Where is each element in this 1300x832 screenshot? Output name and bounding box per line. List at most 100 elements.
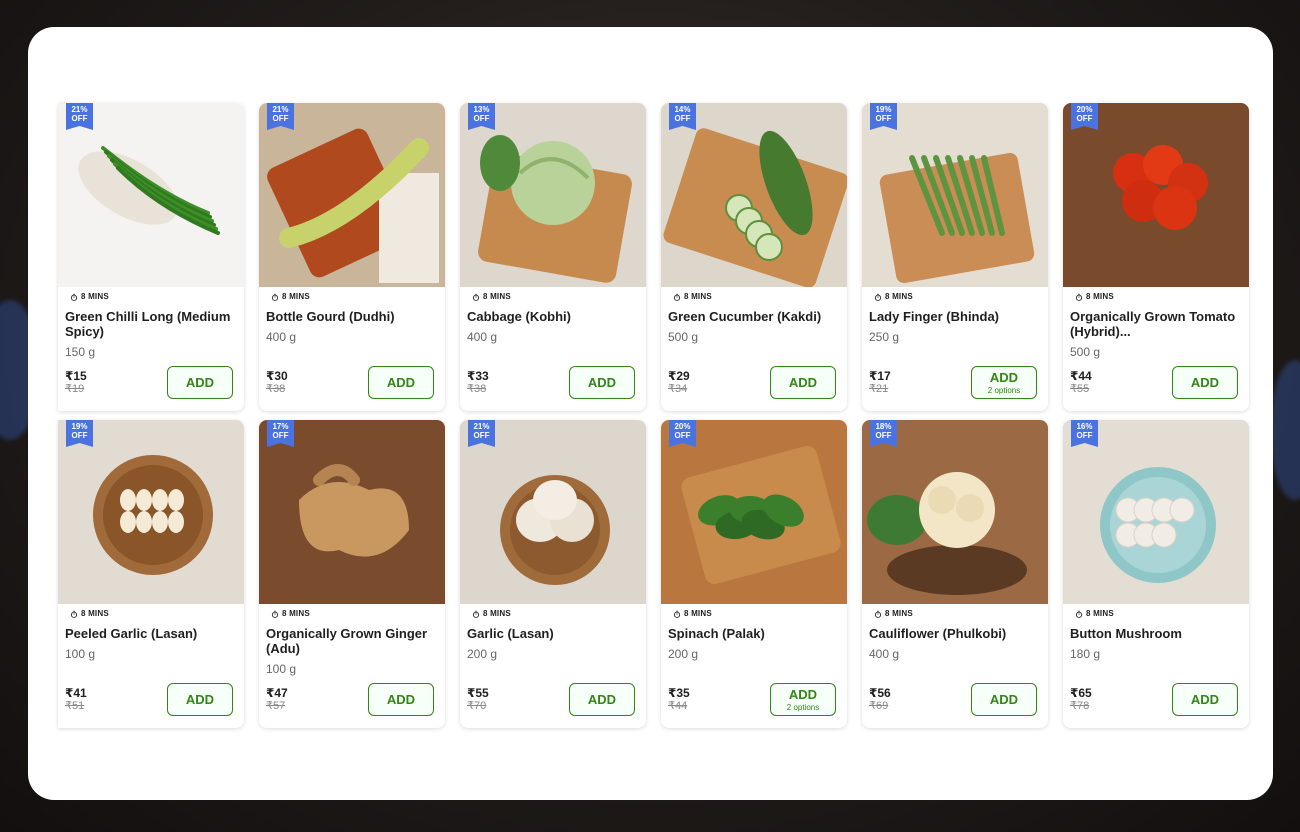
price-block: ₹17 ₹21 — [869, 368, 891, 396]
price-row: ₹44 ₹55 ADD — [1070, 366, 1238, 399]
product-card[interactable]: 18% OFF 8 MINS Cauliflower (Phulkobi) 400… — [862, 420, 1048, 728]
product-name[interactable]: Lady Finger (Bhinda) — [869, 309, 1038, 324]
product-card[interactable]: 21% OFF 8 MINS Green Chilli Long (Medium … — [58, 103, 244, 411]
selling-price: ₹41 — [65, 685, 87, 700]
discount-badge: 21% OFF — [267, 103, 294, 130]
product-quantity: 500 g — [1070, 345, 1101, 359]
add-button-label: ADD — [185, 692, 215, 707]
add-to-cart-button[interactable]: ADD — [569, 683, 635, 716]
original-price: ₹38 — [467, 382, 487, 395]
product-image[interactable]: 18% OFF — [862, 420, 1048, 604]
add-to-cart-button[interactable]: ADD — [971, 683, 1037, 716]
add-to-cart-button[interactable]: ADD — [368, 366, 434, 399]
product-card[interactable]: 14% OFF 8 MINS Green Cucumber (Kakdi) 500… — [661, 103, 847, 411]
product-name[interactable]: Garlic (Lasan) — [467, 626, 636, 641]
selling-price: ₹30 — [266, 368, 288, 383]
delivery-eta: 8 MINS — [472, 292, 646, 301]
delivery-eta: 8 MINS — [874, 609, 1048, 618]
delivery-eta: 8 MINS — [874, 292, 1048, 301]
delivery-eta: 8 MINS — [472, 609, 646, 618]
add-to-cart-button[interactable]: ADD 2 options — [971, 366, 1037, 399]
price-row: ₹41 ₹51 ADD — [65, 683, 233, 716]
product-image[interactable]: 20% OFF — [1063, 103, 1249, 287]
product-image[interactable]: 14% OFF — [661, 103, 847, 287]
product-quantity: 250 g — [869, 330, 900, 344]
add-to-cart-button[interactable]: ADD — [1172, 683, 1238, 716]
product-photo — [58, 420, 244, 604]
add-button-label: ADD — [587, 692, 617, 707]
product-image[interactable]: 21% OFF — [460, 420, 646, 604]
product-card[interactable]: 21% OFF 8 MINS Bottle Gourd (Dudhi) 400 g… — [259, 103, 445, 411]
product-name[interactable]: Spinach (Palak) — [668, 626, 837, 641]
product-image[interactable]: 21% OFF — [259, 103, 445, 287]
original-price: ₹57 — [266, 699, 286, 712]
discount-badge: 13% OFF — [468, 103, 495, 130]
price-block: ₹35 ₹44 — [668, 686, 690, 713]
eta-label: 8 MINS — [483, 292, 511, 301]
product-name[interactable]: Organically Grown Ginger (Adu) — [266, 626, 435, 656]
product-quantity: 500 g — [668, 330, 699, 344]
add-button-label: ADD — [386, 375, 416, 390]
selling-price: ₹47 — [266, 685, 288, 700]
add-to-cart-button[interactable]: ADD — [569, 366, 635, 399]
selling-price: ₹17 — [869, 368, 891, 383]
eta-label: 8 MINS — [282, 292, 310, 301]
product-card[interactable]: 17% OFF 8 MINS Organically Grown Ginger (… — [259, 420, 445, 728]
options-count: 2 options — [987, 386, 1021, 395]
selling-price: ₹56 — [869, 685, 891, 700]
product-name[interactable]: Cauliflower (Phulkobi) — [869, 626, 1038, 641]
product-image[interactable]: 19% OFF — [862, 103, 1048, 287]
original-price: ₹19 — [65, 382, 85, 395]
product-modal: 21% OFF 8 MINS Green Chilli Long (Medium … — [28, 27, 1273, 800]
original-price: ₹38 — [266, 382, 286, 395]
product-image[interactable]: 16% OFF — [1063, 420, 1249, 604]
product-card[interactable]: 19% OFF 8 MINS Lady Finger (Bhinda) 250 g… — [862, 103, 1048, 411]
selling-price: ₹55 — [467, 685, 489, 700]
product-image[interactable]: 19% OFF — [58, 420, 244, 604]
product-name[interactable]: Green Chilli Long (Medium Spicy) — [65, 309, 234, 339]
product-image[interactable]: 13% OFF — [460, 103, 646, 287]
add-to-cart-button[interactable]: ADD — [167, 366, 233, 399]
product-card[interactable]: 19% OFF 8 MINS Peeled Garlic (Lasan) 100 … — [58, 420, 244, 728]
product-photo — [259, 420, 445, 604]
product-image[interactable]: 21% OFF — [58, 103, 244, 287]
original-price: ₹70 — [467, 699, 487, 712]
product-card[interactable]: 13% OFF 8 MINS Cabbage (Kobhi) 400 g ₹33 … — [460, 103, 646, 411]
add-to-cart-button[interactable]: ADD 2 options — [770, 683, 836, 716]
original-price: ₹34 — [668, 382, 688, 395]
product-name[interactable]: Green Cucumber (Kakdi) — [668, 309, 837, 324]
discount-badge: 20% OFF — [1071, 103, 1098, 130]
background-decoration — [1270, 360, 1300, 500]
price-block: ₹15 ₹19 — [65, 369, 87, 396]
add-to-cart-button[interactable]: ADD — [1172, 366, 1238, 399]
delivery-eta: 8 MINS — [70, 609, 244, 618]
product-image[interactable]: 20% OFF — [661, 420, 847, 604]
product-name[interactable]: Button Mushroom — [1070, 626, 1239, 641]
product-quantity: 400 g — [467, 330, 498, 344]
product-quantity: 100 g — [266, 662, 297, 676]
product-quantity: 200 g — [467, 647, 498, 661]
eta-label: 8 MINS — [81, 609, 109, 618]
eta-label: 8 MINS — [1086, 609, 1114, 618]
product-card[interactable]: 20% OFF 8 MINS Organically Grown Tomato (… — [1063, 103, 1249, 411]
original-price: ₹51 — [65, 699, 85, 712]
product-image[interactable]: 17% OFF — [259, 420, 445, 604]
eta-label: 8 MINS — [282, 609, 310, 618]
product-card[interactable]: 21% OFF 8 MINS Garlic (Lasan) 200 g ₹55 ₹… — [460, 420, 646, 728]
product-name[interactable]: Cabbage (Kobhi) — [467, 309, 636, 324]
add-to-cart-button[interactable]: ADD — [770, 366, 836, 399]
product-card[interactable]: 20% OFF 8 MINS Spinach (Palak) 200 g ₹35 … — [661, 420, 847, 728]
product-card[interactable]: 16% OFF 8 MINS Button Mushroom 180 g ₹65 … — [1063, 420, 1249, 728]
discount-badge: 19% OFF — [870, 103, 897, 130]
selling-price: ₹33 — [467, 368, 489, 383]
delivery-eta: 8 MINS — [271, 292, 445, 301]
price-row: ₹17 ₹21 ADD 2 options — [869, 366, 1037, 399]
add-to-cart-button[interactable]: ADD — [368, 683, 434, 716]
add-to-cart-button[interactable]: ADD — [167, 683, 233, 716]
product-photo — [661, 103, 847, 287]
delivery-eta: 8 MINS — [1075, 609, 1249, 618]
product-name[interactable]: Peeled Garlic (Lasan) — [65, 626, 234, 641]
product-name[interactable]: Organically Grown Tomato (Hybrid)... — [1070, 309, 1239, 339]
stopwatch-icon — [472, 610, 480, 618]
product-name[interactable]: Bottle Gourd (Dudhi) — [266, 309, 435, 324]
